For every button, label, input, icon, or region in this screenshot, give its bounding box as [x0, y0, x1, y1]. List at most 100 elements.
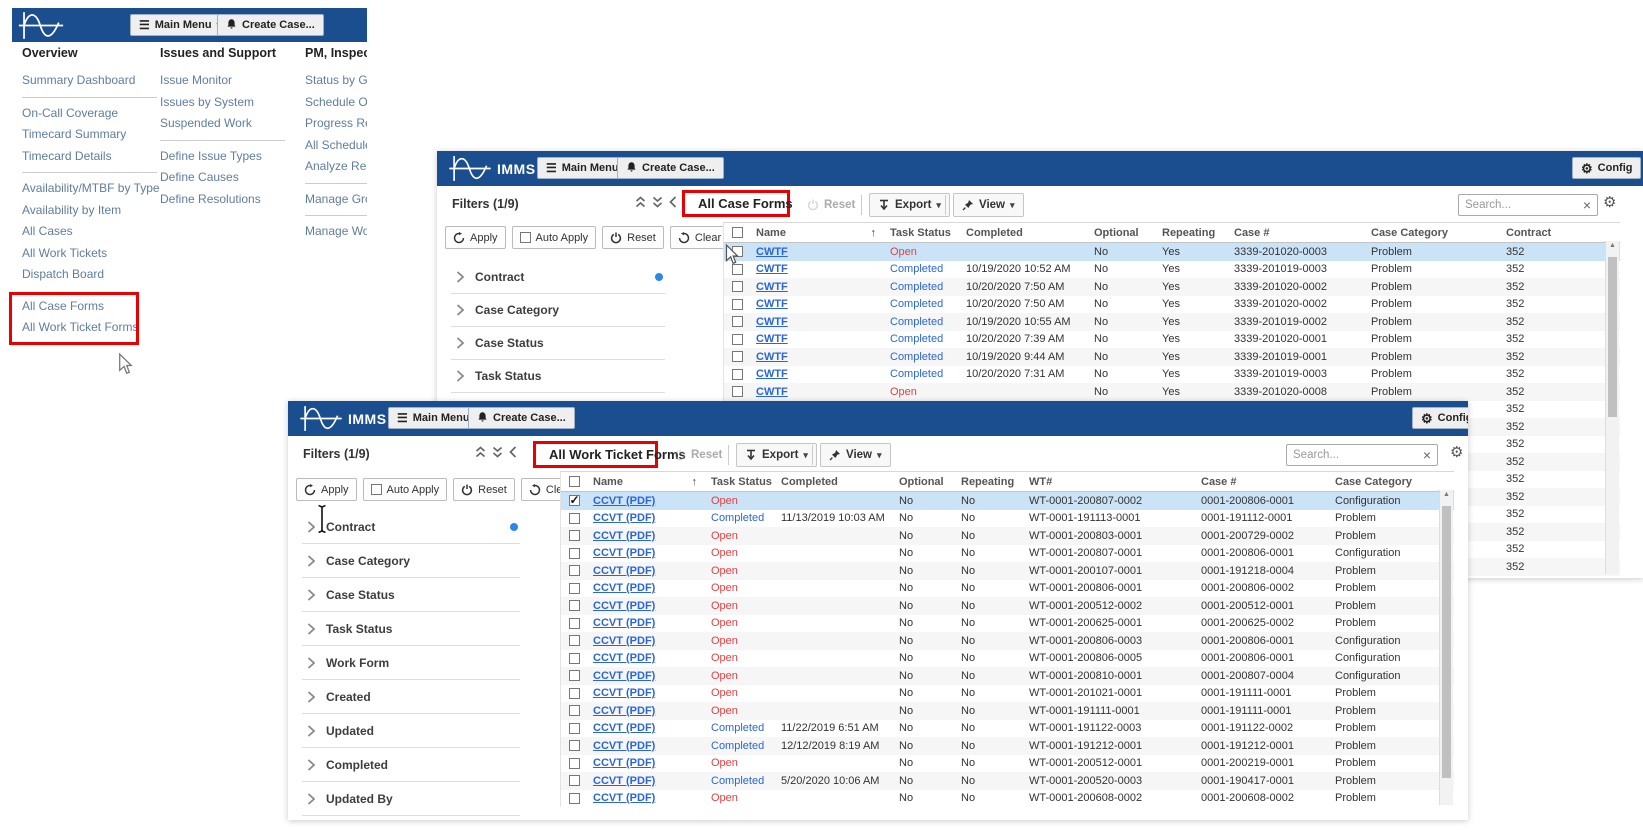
create-case-button[interactable]: Create Case...: [617, 157, 724, 179]
table-row[interactable]: CCVT (PDF) Open No No WT-0001-200608-0002 000…: [561, 790, 1454, 808]
create-case-button[interactable]: Create Case...: [468, 407, 575, 429]
table-row[interactable]: CCVT (PDF) Open No No WT-0001-200806-0003 000…: [561, 632, 1454, 650]
cell-name[interactable]: CCVT (PDF): [587, 687, 705, 699]
row-checkbox[interactable]: [561, 687, 587, 699]
reset-view-button[interactable]: Reset: [799, 193, 863, 217]
cell-name[interactable]: CCVT (PDF): [587, 565, 705, 577]
cell-name[interactable]: CWTF: [750, 316, 884, 328]
table-row[interactable]: CCVT (PDF) Open No No WT-0001-200806-0001 000…: [561, 580, 1454, 598]
menu-item[interactable]: Timecard Details: [22, 146, 157, 168]
clear-search-icon[interactable]: ×: [1417, 448, 1437, 462]
table-row[interactable]: CWTF Open No Yes 3339-201020-0008 Problem 352: [724, 383, 1620, 401]
form-link[interactable]: CWTF: [756, 281, 788, 293]
menu-item[interactable]: Define Resolutions: [160, 189, 285, 211]
row-checkbox[interactable]: [561, 512, 587, 524]
menu-item[interactable]: All Work Ticket Forms: [22, 317, 157, 339]
column-header-case-category[interactable]: Case Category: [1365, 227, 1500, 239]
cell-name[interactable]: CCVT (PDF): [587, 512, 705, 524]
row-checkbox[interactable]: [561, 757, 587, 769]
export-button[interactable]: Export ▾: [736, 443, 817, 467]
form-link[interactable]: CWTF: [756, 351, 788, 363]
filters-collapse-controls[interactable]: [475, 446, 517, 458]
form-link[interactable]: CCVT (PDF): [593, 740, 655, 752]
filter-item[interactable]: Contract: [302, 510, 520, 544]
table-row[interactable]: CCVT (PDF) Completed 5/20/2020 10:06 AM No N…: [561, 772, 1454, 790]
column-header-task-status[interactable]: Task Status: [884, 227, 960, 239]
column-header-task-status[interactable]: Task Status: [705, 476, 775, 488]
form-link[interactable]: CWTF: [756, 263, 788, 275]
row-checkbox[interactable]: [561, 582, 587, 594]
form-link[interactable]: CCVT (PDF): [593, 757, 655, 769]
cell-name[interactable]: CCVT (PDF): [587, 547, 705, 559]
form-link[interactable]: CWTF: [756, 368, 788, 380]
filter-item[interactable]: Contract: [451, 261, 665, 294]
column-header-case-category[interactable]: Case Category: [1329, 476, 1439, 488]
auto-apply-checkbox[interactable]: [370, 484, 382, 495]
table-row[interactable]: CCVT (PDF) Open No No WT-0001-200806-0005 000…: [561, 650, 1454, 668]
filter-item[interactable]: Work Form: [302, 646, 520, 680]
table-row[interactable]: CCVT (PDF) Open No No WT-0001-200807-0002 000…: [561, 492, 1454, 510]
menu-item[interactable]: On-Call Coverage: [22, 103, 157, 125]
row-checkbox[interactable]: [561, 547, 587, 559]
table-row[interactable]: CCVT (PDF) Open No No WT-0001-200107-0001 000…: [561, 562, 1454, 580]
row-checkbox[interactable]: [724, 351, 750, 363]
vertical-scrollbar[interactable]: ▲: [1605, 241, 1619, 574]
column-header-optional[interactable]: Optional: [1088, 227, 1156, 239]
table-row[interactable]: CCVT (PDF) Completed 12/12/2019 8:19 AM No N…: [561, 737, 1454, 755]
clear-search-icon[interactable]: ×: [1577, 198, 1597, 212]
row-checkbox[interactable]: [724, 368, 750, 380]
cell-name[interactable]: CWTF: [750, 368, 884, 380]
row-checkbox[interactable]: [561, 740, 587, 752]
form-link[interactable]: CWTF: [756, 298, 788, 310]
select-all-checkbox[interactable]: [724, 227, 750, 238]
row-checkbox[interactable]: [561, 530, 587, 542]
row-checkbox[interactable]: [561, 617, 587, 629]
column-header-case-number[interactable]: Case #: [1228, 227, 1365, 239]
row-checkbox[interactable]: [561, 722, 587, 734]
menu-item[interactable]: Availability/MTBF by Type: [22, 178, 160, 200]
form-link[interactable]: CCVT (PDF): [593, 792, 655, 804]
form-link[interactable]: CCVT (PDF): [593, 530, 655, 542]
column-header-completed[interactable]: Completed: [960, 227, 1088, 239]
menu-item[interactable]: Manage Groups: [305, 189, 367, 211]
table-settings-gear-icon[interactable]: ⚙: [1603, 195, 1616, 210]
table-row[interactable]: CWTF Completed 10/20/2020 7:31 AM No Yes 3339…: [724, 366, 1620, 384]
filters-collapse-controls[interactable]: [635, 196, 677, 208]
menu-item[interactable]: Dispatch Board: [22, 264, 157, 286]
table-settings-gear-icon[interactable]: ⚙: [1450, 445, 1463, 460]
row-checkbox[interactable]: [724, 298, 750, 310]
table-row[interactable]: CWTF Open No Yes 3339-201020-0003 Problem 352: [724, 243, 1620, 261]
menu-item[interactable]: Analyze Results: [305, 156, 367, 178]
row-checkbox[interactable]: [561, 652, 587, 664]
form-link[interactable]: CCVT (PDF): [593, 670, 655, 682]
form-link[interactable]: CCVT (PDF): [593, 775, 655, 787]
config-button[interactable]: ⚙Config: [1412, 407, 1468, 429]
row-checkbox[interactable]: [561, 705, 587, 717]
table-row[interactable]: CCVT (PDF) Open No No WT-0001-200625-0001 000…: [561, 615, 1454, 633]
form-link[interactable]: CCVT (PDF): [593, 652, 655, 664]
column-header-repeating[interactable]: Repeating: [1156, 227, 1228, 239]
form-link[interactable]: CWTF: [756, 316, 788, 328]
form-link[interactable]: CWTF: [756, 333, 788, 345]
view-button[interactable]: View ▾: [953, 193, 1024, 217]
cell-name[interactable]: CCVT (PDF): [587, 722, 705, 734]
menu-item[interactable]: Manage Work F: [305, 221, 367, 243]
row-checkbox[interactable]: [561, 775, 587, 787]
table-row[interactable]: CWTF Completed 10/19/2020 10:52 AM No Yes 333…: [724, 261, 1620, 279]
table-row[interactable]: CCVT (PDF) Open No No WT-0001-191111-0001 000…: [561, 702, 1454, 720]
row-checkbox[interactable]: [561, 495, 587, 507]
menu-item[interactable]: Availability by Item: [22, 200, 157, 222]
apply-filters-button[interactable]: Apply: [296, 478, 357, 501]
column-header-wt-number[interactable]: WT#: [1023, 476, 1195, 488]
filter-item[interactable]: Updated By: [302, 782, 520, 816]
form-link[interactable]: CCVT (PDF): [593, 705, 655, 717]
cell-name[interactable]: CCVT (PDF): [587, 705, 705, 717]
form-link[interactable]: CCVT (PDF): [593, 687, 655, 699]
filter-item[interactable]: Case Category: [302, 544, 520, 578]
table-row[interactable]: CCVT (PDF) Completed 11/13/2019 10:03 AM No…: [561, 510, 1454, 528]
cell-name[interactable]: CWTF: [750, 351, 884, 363]
form-link[interactable]: CCVT (PDF): [593, 722, 655, 734]
cell-name[interactable]: CCVT (PDF): [587, 600, 705, 612]
scrollbar-thumb[interactable]: [1608, 257, 1617, 417]
cell-name[interactable]: CWTF: [750, 246, 884, 258]
